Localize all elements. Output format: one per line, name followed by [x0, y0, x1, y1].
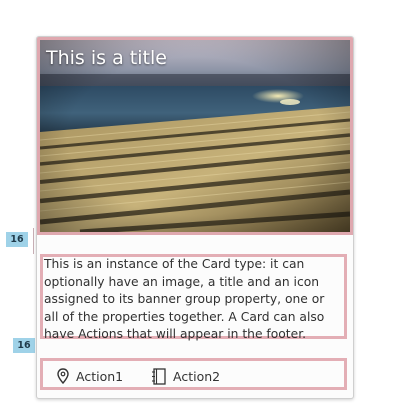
action1-button[interactable]: Action1 — [57, 367, 123, 385]
spacing-marker-top: 16 — [6, 232, 28, 247]
action2-button[interactable]: Action2 — [151, 367, 220, 385]
card-content: This is an instance of the Card type: it… — [44, 257, 325, 341]
spacing-marker-bottom: 16 — [13, 338, 35, 353]
card: This is a title This is an instance of t… — [36, 36, 354, 399]
card-title: This is a title — [46, 47, 167, 69]
location-pin-icon — [57, 368, 69, 384]
book-icon — [152, 367, 166, 385]
action2-label: Action2 — [173, 368, 221, 384]
spacing-bracket-top — [33, 228, 34, 254]
action1-label: Action1 — [76, 368, 124, 384]
